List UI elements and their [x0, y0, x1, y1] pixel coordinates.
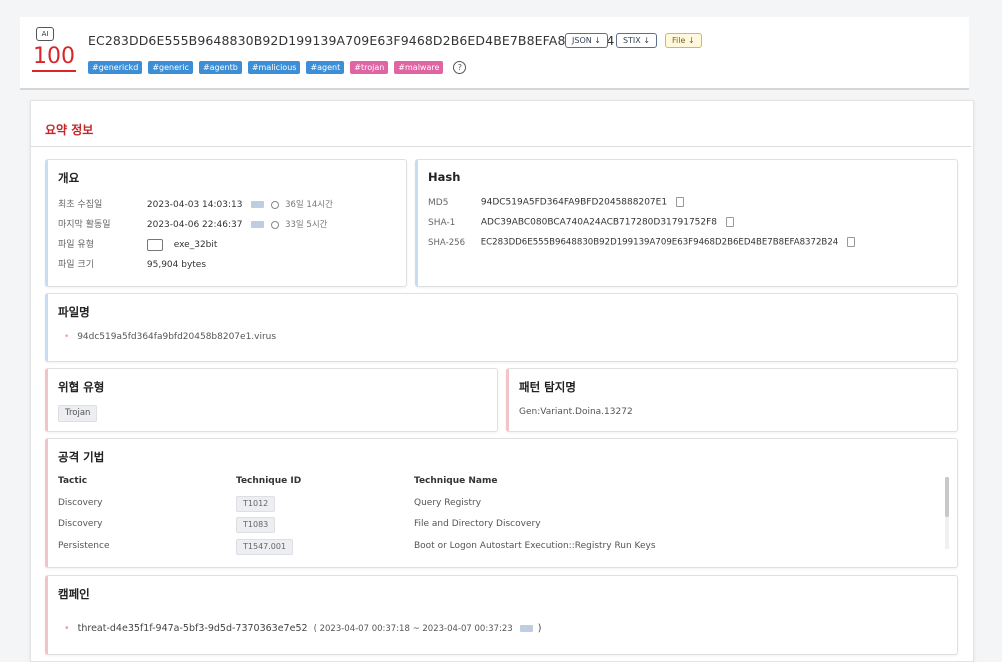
sha1-row: SHA-1 ADC39ABC080BCA740A24ACB717280D3179…: [428, 217, 734, 228]
copy-icon[interactable]: [725, 217, 734, 227]
pattern-card: 패턴 탐지명 Gen:Variant.Doina.13272: [506, 368, 958, 432]
filename-title: 파일명: [58, 305, 90, 319]
technique-id-chip[interactable]: T1547.001: [236, 539, 294, 555]
overview-card: 개요 최초 수집일 2023-04-03 14:03:13 36일 14시간 마…: [45, 159, 407, 287]
file-type-row: 파일 유형 exe_32bit: [58, 237, 217, 251]
first-collected-value: 2023-04-03 14:03:13: [146, 200, 243, 210]
technique-id-chip[interactable]: T1012: [236, 496, 276, 512]
table-row: Discovery T1012 Query Registry: [58, 496, 928, 518]
file-type-value: exe_32bit: [173, 240, 218, 250]
campaign-range-close: ): [537, 623, 542, 634]
risk-score: 100: [32, 44, 76, 72]
table-row: Persistence T1547.001 Boot or Logon Auto…: [58, 539, 928, 561]
col-technique-id-header: Technique ID: [236, 476, 302, 486]
sha1-value: ADC39ABC080BCA740A24ACB717280D31791752F8: [480, 217, 718, 228]
threat-type-card: 위협 유형 Trojan: [45, 368, 498, 432]
first-collected-elapsed: 36일 14시간: [285, 200, 333, 210]
technique-name-cell: Query Registry: [414, 498, 482, 508]
executable-file-icon: [146, 238, 163, 251]
tag-generickd[interactable]: #generickd: [88, 61, 143, 74]
campaign-card: 캠페인 • threat-d4e35f1f-947a-5bf3-9d5d-737…: [45, 575, 958, 655]
md5-value: 94DC519A5FD364FA9BFD2045888207E1: [480, 197, 668, 208]
md5-label: MD5: [428, 197, 449, 208]
tactic-cell: Persistence: [58, 541, 110, 551]
clock-icon: [271, 220, 280, 229]
sample-hash-title: EC283DD6E555B9648830B92D199139A709E63F94…: [88, 33, 615, 48]
copy-icon[interactable]: [675, 197, 684, 207]
hash-title: Hash: [428, 170, 461, 184]
md5-row: MD5 94DC519A5FD364FA9BFD2045888207E1: [428, 197, 684, 208]
sha256-row: SHA-256 EC283DD6E555B9648830B92D199139A7…: [428, 237, 856, 248]
tag-malware[interactable]: #malware: [394, 61, 444, 74]
campaign-item: • threat-d4e35f1f-947a-5bf3-9d5d-7370363…: [64, 623, 541, 634]
tag-trojan[interactable]: #trojan: [350, 61, 389, 74]
last-active-elapsed: 33일 5시간: [285, 220, 328, 230]
tag-malicious[interactable]: #malicious: [247, 61, 301, 74]
attack-technique-card: 공격 기법 Tactic Technique ID Technique Name…: [45, 438, 958, 568]
ai-badge: AI: [36, 27, 54, 41]
filename-value: 94dc519a5fd364fa9bfd20458b8207e1.virus: [77, 332, 277, 342]
sha256-value: EC283DD6E555B9648830B92D199139A709E63F94…: [480, 237, 839, 248]
col-technique-name-header: Technique Name: [414, 476, 498, 486]
file-size-value: 95,904 bytes: [146, 260, 207, 270]
attack-title: 공격 기법: [58, 450, 105, 464]
utc-icon: [519, 625, 533, 632]
first-collected-row: 최초 수집일 2023-04-03 14:03:13 36일 14시간: [58, 197, 333, 210]
sha256-label: SHA-256: [428, 237, 466, 248]
col-tactic-header: Tactic: [58, 476, 88, 486]
utc-icon: [251, 201, 265, 208]
technique-name-cell: Boot or Logon Autostart Execution::Regis…: [414, 541, 656, 551]
bullet-icon: •: [64, 332, 70, 342]
campaign-name[interactable]: threat-d4e35f1f-947a-5bf3-9d5d-7370363e7…: [78, 623, 308, 634]
sha1-label: SHA-1: [428, 217, 456, 228]
threat-type-title: 위협 유형: [58, 380, 105, 394]
tag-generic[interactable]: #generic: [148, 61, 193, 74]
table-scrollbar[interactable]: [945, 477, 949, 549]
last-active-label: 마지막 활동일: [58, 220, 111, 230]
summary-panel: 요약 정보 개요 최초 수집일 2023-04-03 14:03:13 36일 …: [30, 100, 974, 662]
campaign-date-range: ( 2023-04-07 00:37:18 ~ 2023-04-07 00:37…: [313, 624, 513, 634]
help-icon[interactable]: ?: [453, 61, 467, 74]
tag-agentb[interactable]: #agentb: [198, 61, 242, 74]
json-download-button[interactable]: JSON ↓: [565, 33, 608, 48]
campaign-title: 캠페인: [58, 587, 90, 601]
first-collected-label: 최초 수집일: [58, 200, 103, 210]
overview-title: 개요: [58, 171, 80, 185]
pattern-value: Gen:Variant.Doina.13272: [519, 407, 633, 417]
technique-id-chip[interactable]: T1083: [236, 517, 276, 533]
copy-icon[interactable]: [847, 237, 856, 247]
tactic-cell: Discovery: [58, 519, 103, 529]
table-row: Discovery T1083 File and Directory Disco…: [58, 517, 928, 539]
clock-icon: [271, 200, 280, 209]
file-type-label: 파일 유형: [58, 240, 94, 250]
threat-type-chip: Trojan: [58, 405, 98, 422]
download-buttons: JSON ↓ STIX ↓ File ↓: [565, 33, 702, 48]
bullet-icon: •: [64, 623, 70, 634]
stix-download-button[interactable]: STIX ↓: [615, 33, 658, 48]
file-size-label: 파일 크기: [58, 260, 94, 270]
table-header: Tactic Technique ID Technique Name: [58, 476, 928, 496]
scrollbar-thumb[interactable]: [945, 477, 949, 517]
utc-icon: [251, 221, 265, 228]
summary-divider: [31, 146, 971, 147]
tag-agent[interactable]: #agent: [306, 61, 345, 74]
last-active-row: 마지막 활동일 2023-04-06 22:46:37 33일 5시간: [58, 217, 327, 230]
file-size-row: 파일 크기 95,904 bytes: [58, 257, 206, 270]
summary-title: 요약 정보: [45, 123, 94, 137]
technique-name-cell: File and Directory Discovery: [414, 519, 541, 529]
file-download-button[interactable]: File ↓: [665, 33, 702, 48]
tag-list: #generickd #generic #agentb #malicious #…: [88, 61, 467, 74]
filename-card: 파일명 • 94dc519a5fd364fa9bfd20458b8207e1.v…: [45, 293, 958, 362]
tactic-cell: Discovery: [58, 498, 103, 508]
last-active-value: 2023-04-06 22:46:37: [146, 220, 243, 230]
filename-item: • 94dc519a5fd364fa9bfd20458b8207e1.virus: [64, 332, 276, 342]
hash-card: Hash MD5 94DC519A5FD364FA9BFD2045888207E…: [415, 159, 958, 287]
pattern-title: 패턴 탐지명: [519, 380, 576, 394]
report-header: AI 100 EC283DD6E555B9648830B92D199139A70…: [20, 17, 969, 90]
